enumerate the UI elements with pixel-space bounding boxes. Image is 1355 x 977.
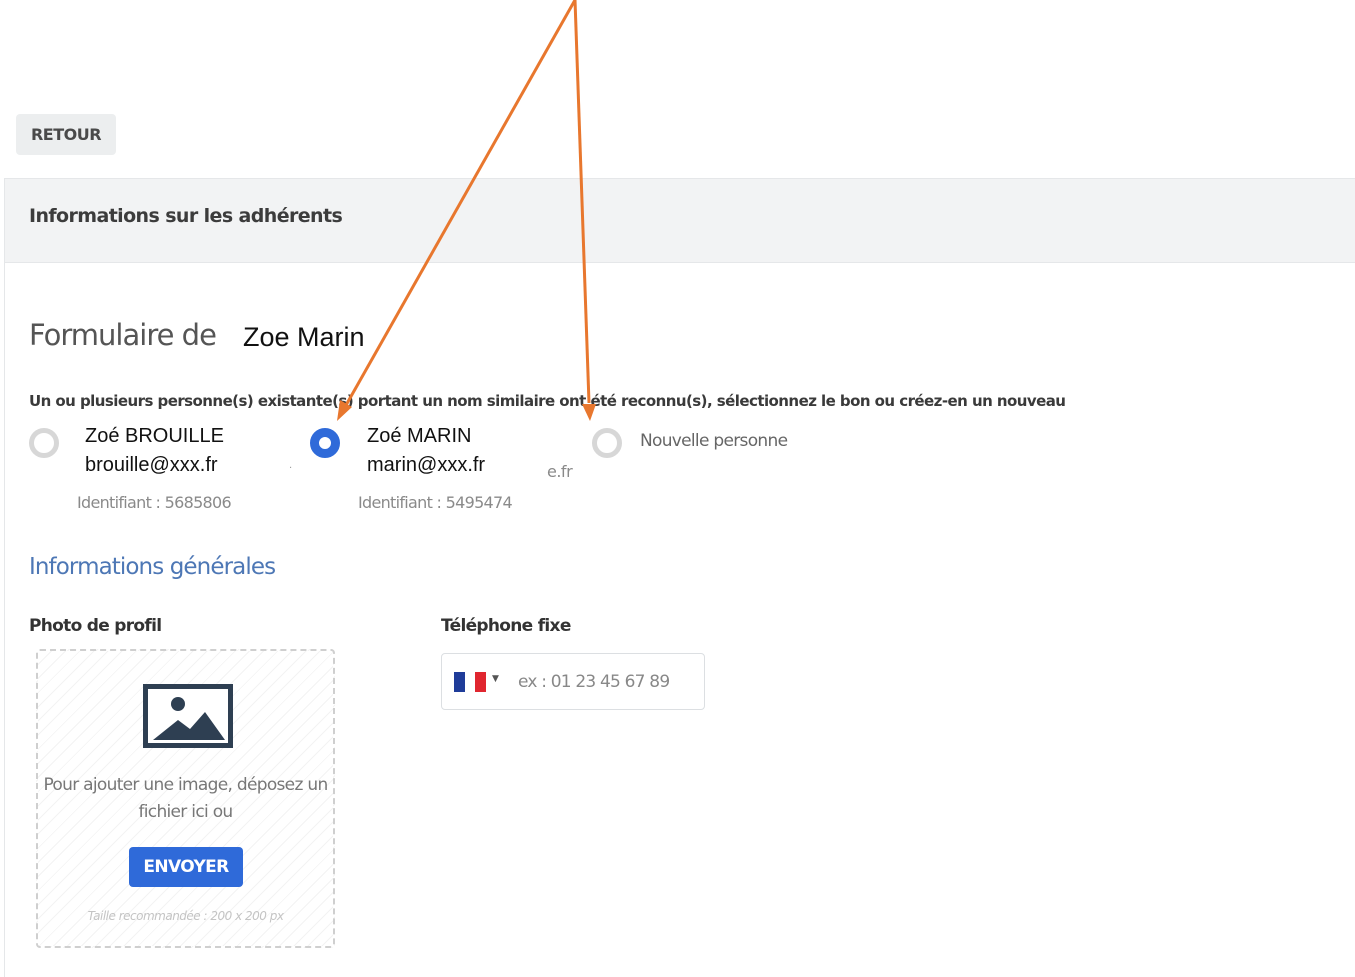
flag-fr-icon (454, 672, 487, 692)
landline-phone-input[interactable] (518, 664, 693, 700)
match-name-marin: Zoé MARIN (367, 425, 472, 447)
match-radio-marin[interactable] (310, 428, 340, 458)
match-name-brouille: Zoé BROUILLE (85, 425, 224, 447)
match-email-marin: marin@xxx.fr (367, 454, 486, 476)
dropzone-instructions: Pour ajouter une image, déposez un fichi… (43, 775, 328, 822)
photo-label: Photo de profil (29, 616, 162, 636)
form-heading: Formulaire de (29, 318, 217, 352)
image-icon (143, 684, 233, 748)
residual-dot: . (289, 460, 293, 471)
flag-stripe-blue (454, 672, 465, 692)
match-radio-brouille[interactable] (29, 428, 59, 458)
photo-dropzone[interactable]: Pour ajouter une image, déposez un fichi… (36, 649, 335, 948)
match-identifier-marin: Identifiant : 5495474 (358, 493, 513, 512)
similar-person-notice: Un ou plusieurs personne(s) existante(s)… (29, 392, 1066, 410)
match-email-brouille: brouille@xxx.fr (85, 454, 218, 476)
phone-label: Téléphone fixe (441, 616, 571, 636)
general-info-section-title: Informations générales (29, 554, 276, 580)
country-selector[interactable]: ▼ (454, 672, 504, 692)
residual-email-fragment: e.fr (547, 462, 573, 481)
back-button[interactable]: RETOUR (16, 114, 116, 155)
upload-button[interactable]: ENVOYER (129, 847, 243, 887)
caret-down-icon: ▼ (492, 674, 499, 684)
panel-header: Informations sur les adhérents (5, 179, 1355, 263)
panel-title: Informations sur les adhérents (29, 205, 343, 227)
landline-phone-field: ▼ (441, 653, 705, 710)
new-person-radio[interactable] (592, 428, 622, 458)
flag-stripe-red (475, 672, 487, 692)
new-person-label[interactable]: Nouvelle personne (640, 431, 788, 451)
flag-stripe-white (464, 672, 476, 692)
recommended-size-hint: Taille recommandée : 200 x 200 px (87, 909, 284, 923)
form-heading-name: Zoe Marin (243, 322, 365, 352)
match-identifier-brouille: Identifiant : 5685806 (77, 493, 232, 512)
page: RETOUR Informations sur les adhérents Fo… (0, 0, 1355, 977)
